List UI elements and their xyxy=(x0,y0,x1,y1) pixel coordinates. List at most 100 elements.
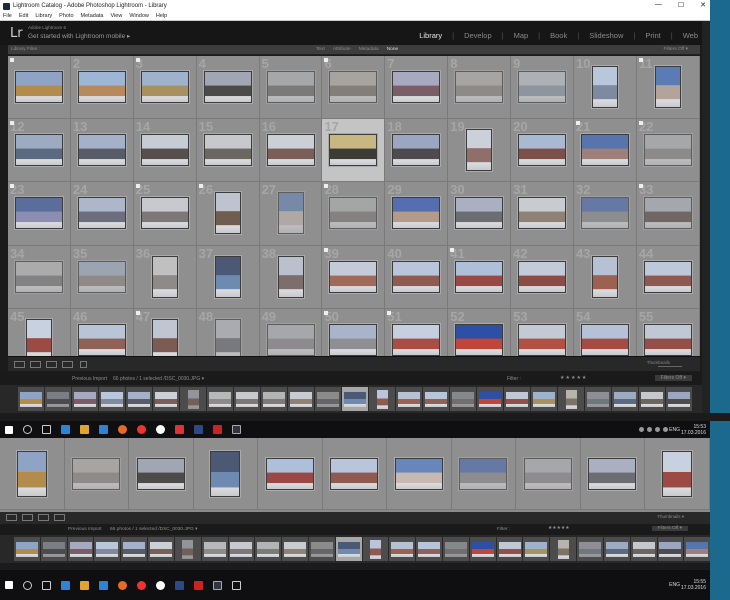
photo-thumbnail[interactable] xyxy=(277,192,304,235)
survey-view-button[interactable] xyxy=(54,514,65,521)
photo-thumbnail[interactable] xyxy=(523,457,572,490)
grid-cell[interactable] xyxy=(129,438,194,510)
compare-view-button[interactable] xyxy=(46,361,57,368)
filmstrip-cell[interactable] xyxy=(369,387,395,411)
grid-cell[interactable]: 54 xyxy=(574,308,637,356)
menu-metadata[interactable]: Metadata xyxy=(81,13,104,19)
photo-thumbnail[interactable] xyxy=(203,71,252,104)
photo-thumbnail[interactable] xyxy=(654,66,681,109)
grid-cell[interactable]: 17 xyxy=(322,119,386,183)
close-button[interactable]: ✕ xyxy=(700,1,706,9)
photo-thumbnail[interactable] xyxy=(277,255,304,298)
module-library[interactable]: Library xyxy=(419,31,442,40)
photo-thumbnail[interactable] xyxy=(518,134,567,167)
filmstrip-thumbnail[interactable] xyxy=(479,391,501,407)
grid-cell[interactable] xyxy=(645,438,710,510)
grid-cell[interactable]: 50 xyxy=(322,308,386,356)
rating-filter-stars[interactable]: ★★★★★ xyxy=(560,375,587,381)
filmstrip-thumbnail[interactable] xyxy=(317,391,339,407)
filmstrip-thumbnail[interactable] xyxy=(525,541,548,557)
filmstrip-cell[interactable] xyxy=(335,537,362,561)
photo-thumbnail[interactable] xyxy=(329,134,378,167)
grid-cell[interactable]: 13 xyxy=(70,119,134,183)
filmstrip-thumbnail[interactable] xyxy=(263,391,285,407)
search-icon[interactable] xyxy=(23,580,32,590)
search-icon[interactable] xyxy=(23,425,32,434)
grid-cell[interactable]: 14 xyxy=(133,119,197,183)
filmstrip-thumbnail[interactable] xyxy=(15,541,38,557)
grid-cell[interactable]: 28 xyxy=(322,182,386,246)
grid-cell[interactable]: 51 xyxy=(385,308,449,356)
photo-thumbnail[interactable] xyxy=(392,323,441,356)
filmstrip-filters-off[interactable]: Filters Off ▾ xyxy=(654,375,692,381)
filmstrip-cell[interactable] xyxy=(558,387,584,411)
task-view-icon[interactable] xyxy=(42,580,51,590)
grid-cell[interactable]: 2 xyxy=(70,56,134,120)
filmstrip-cell[interactable] xyxy=(342,387,368,411)
grid-cell[interactable]: 48 xyxy=(196,308,260,356)
firefox-icon[interactable] xyxy=(118,580,127,590)
filmstrip-thumbnail[interactable] xyxy=(418,541,441,557)
grid-cell[interactable]: 46 xyxy=(70,308,134,356)
photo-thumbnail[interactable] xyxy=(330,457,379,490)
grid-cell[interactable] xyxy=(516,438,581,510)
filmstrip-cell[interactable] xyxy=(603,537,630,561)
filmstrip-cell[interactable] xyxy=(234,387,260,411)
metadata-badge-icon[interactable] xyxy=(10,58,14,62)
photo-thumbnail[interactable] xyxy=(392,260,441,293)
filmstrip-thumbnail[interactable] xyxy=(369,539,381,559)
photo-thumbnail[interactable] xyxy=(214,192,241,235)
clock[interactable]: 15:53 17.03.2016 xyxy=(681,424,706,436)
filmstrip-thumbnail[interactable] xyxy=(444,541,467,557)
photo-thumbnail[interactable] xyxy=(77,260,126,293)
grid-cell[interactable]: 3 xyxy=(133,56,197,120)
filmstrip-thumbnail[interactable] xyxy=(187,389,199,409)
filmstrip-cell[interactable] xyxy=(666,387,692,411)
grid-cell[interactable]: 29 xyxy=(385,182,449,246)
filmstrip-thumbnail[interactable] xyxy=(398,391,420,407)
filmstrip-thumbnail[interactable] xyxy=(20,391,42,407)
grid-cell[interactable] xyxy=(258,438,323,510)
grid-cell[interactable]: 19 xyxy=(448,119,512,183)
filmstrip-thumbnail[interactable] xyxy=(376,389,388,409)
photo-thumbnail[interactable] xyxy=(14,71,63,104)
filmstrip-thumbnail[interactable] xyxy=(42,541,65,557)
metadata-badge-icon[interactable] xyxy=(324,184,329,189)
filmstrip-thumbnail[interactable] xyxy=(578,541,601,557)
filmstrip-thumbnail[interactable] xyxy=(182,539,194,559)
photo-thumbnail[interactable] xyxy=(329,260,378,293)
grid-cell[interactable] xyxy=(322,438,387,510)
grid-cell[interactable]: 7 xyxy=(385,56,449,120)
photo-thumbnail[interactable] xyxy=(455,197,504,230)
people-view-button[interactable] xyxy=(80,361,87,368)
menu-file[interactable]: File xyxy=(3,13,12,19)
filmstrip-cell[interactable] xyxy=(523,537,550,561)
photo-thumbnail[interactable] xyxy=(518,71,567,104)
grid-cell[interactable]: 9 xyxy=(511,56,575,120)
store-icon[interactable] xyxy=(99,580,108,590)
filmstrip-cell[interactable] xyxy=(496,537,523,561)
task-view-icon[interactable] xyxy=(42,425,51,434)
filmstrip-thumbnail[interactable] xyxy=(641,391,663,407)
explorer-icon[interactable] xyxy=(80,425,89,434)
grid-cell[interactable]: 30 xyxy=(448,182,512,246)
filmstrip-count[interactable]: 66 photos / 1 selected /DSC_0030.JPG ▾ xyxy=(113,376,204,382)
filmstrip-cell[interactable] xyxy=(477,387,503,411)
filmstrip-cell[interactable] xyxy=(180,387,206,411)
photo-thumbnail[interactable] xyxy=(580,323,629,356)
start-button[interactable] xyxy=(5,581,13,589)
filmstrip-thumbnail[interactable] xyxy=(123,541,146,557)
grid-cell[interactable]: 20 xyxy=(511,119,575,183)
module-web[interactable]: Web xyxy=(683,31,698,40)
loupe-view-button[interactable] xyxy=(22,514,33,521)
grid-cell[interactable]: 5 xyxy=(259,56,323,120)
photo-thumbnail[interactable] xyxy=(151,318,178,356)
photo-thumbnail[interactable] xyxy=(580,197,629,230)
maximize-button[interactable]: ☐ xyxy=(678,1,684,9)
photo-thumbnail[interactable] xyxy=(591,255,618,298)
photo-thumbnail[interactable] xyxy=(591,66,618,109)
grid-cell[interactable]: 26 xyxy=(196,182,260,246)
photo-thumbnail[interactable] xyxy=(214,255,241,298)
photo-thumbnail[interactable] xyxy=(329,323,378,356)
metadata-badge-icon[interactable] xyxy=(450,247,455,252)
